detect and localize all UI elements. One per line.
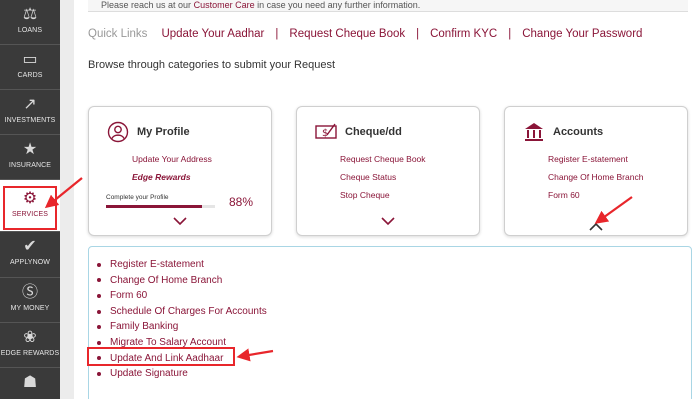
arrow-to-services bbox=[44, 177, 83, 209]
annotation-arrows bbox=[44, 177, 633, 362]
arrow-to-update-link-aadhaar bbox=[236, 348, 274, 362]
page-root: ⚖ LOANS ▭ CARDS ↗ INVESTMENTS ★ INSURANC… bbox=[0, 0, 700, 399]
arrow-to-accounts-chevron bbox=[594, 196, 633, 224]
